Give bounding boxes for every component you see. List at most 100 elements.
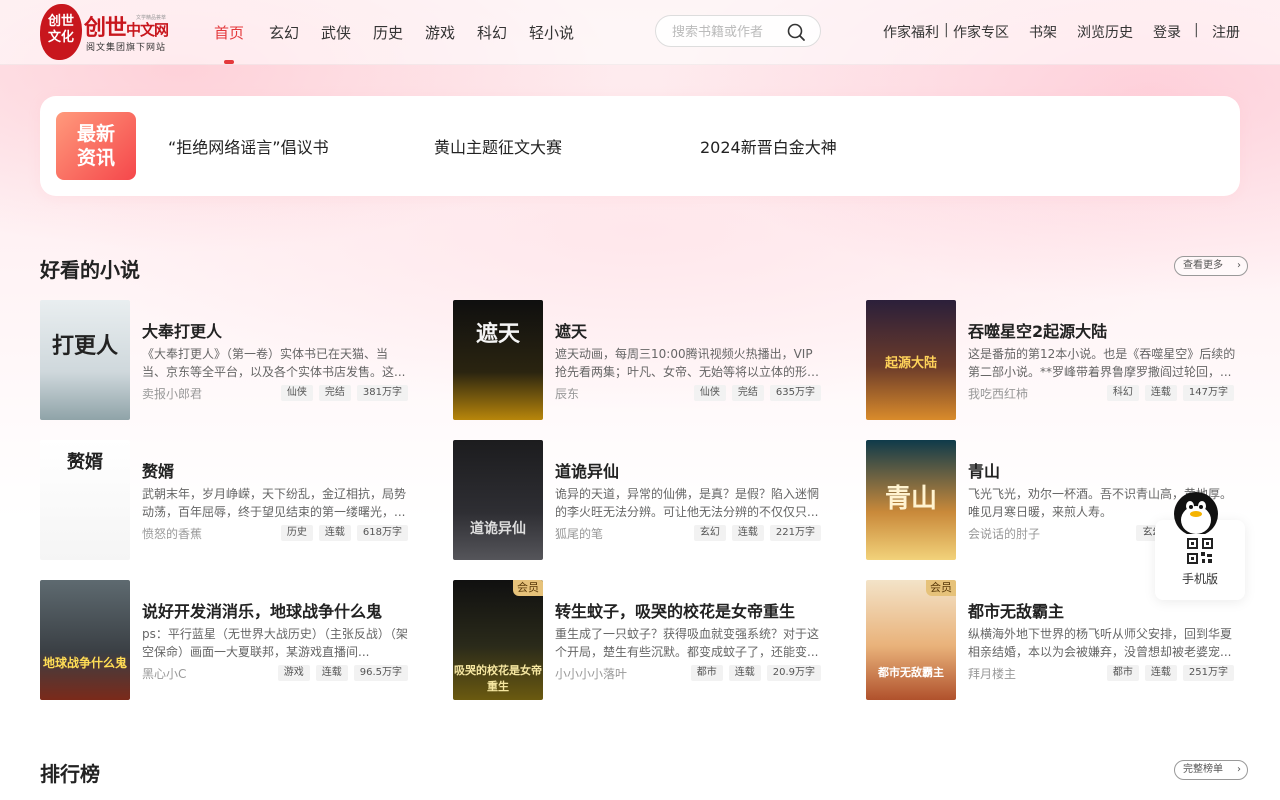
book-tag: 96.5万字 xyxy=(353,665,408,681)
book-title[interactable]: 青山 xyxy=(968,458,1000,482)
book-tag: 都市 xyxy=(1106,665,1139,681)
book-tags: 仙侠 完结 381万字 xyxy=(280,385,408,401)
nav-item-light-novel[interactable]: 轻小说 xyxy=(529,22,574,43)
book-tag: 完结 xyxy=(318,385,351,401)
logo-seal: 创世文化 xyxy=(40,4,82,60)
book-author[interactable]: 我吃西红柿 xyxy=(968,385,1028,402)
book-tag: 381万字 xyxy=(356,385,408,401)
writer-welfare-link[interactable]: 作家福利 xyxy=(883,22,939,42)
nav-item-wuxia[interactable]: 武侠 xyxy=(321,22,351,43)
book-tag: 连载 xyxy=(728,665,761,681)
book-author[interactable]: 小小小小落叶 xyxy=(555,665,627,682)
book-tag: 连载 xyxy=(315,665,348,681)
writer-zone-link[interactable]: 作家专区 xyxy=(953,22,1009,42)
book-card[interactable]: 吸哭的校花是女帝重生 会员 转生蚊子，吸哭的校花是女帝重生重生成了一只蚊子？获得吸血… xyxy=(453,580,823,700)
book-tags: 都市 连载 251万字 xyxy=(1106,665,1234,681)
nav-item-game[interactable]: 游戏 xyxy=(425,22,455,43)
book-author[interactable]: 拜月楼主 xyxy=(968,665,1016,682)
book-cover-image[interactable]: 吸哭的校花是女帝重生 会员 xyxy=(453,580,543,700)
book-tags: 都市 连载 20.9万字 xyxy=(690,665,821,681)
book-cover-image[interactable]: 起源大陆 xyxy=(866,300,956,420)
book-tag: 游戏 xyxy=(277,665,310,681)
book-title[interactable]: 赘婿 xyxy=(142,458,174,482)
full-ranking-button[interactable]: 完整榜单 › xyxy=(1174,760,1248,780)
divider: | xyxy=(1194,22,1199,38)
book-cover-image[interactable]: 青山 xyxy=(866,440,956,560)
book-author[interactable]: 愤怒的香蕉 xyxy=(142,525,202,542)
login-link[interactable]: 登录 xyxy=(1153,22,1181,42)
book-cover-title: 地球战争什么鬼 xyxy=(42,656,127,670)
book-cover-title: 起源大陆 xyxy=(884,356,937,371)
book-title[interactable]: 遮天 xyxy=(555,318,587,342)
book-card[interactable]: 道诡异仙 道诡异仙 诡异的天道，异常的仙佛，是真？是假？陷入迷惘的李火旺无法分辨。可… xyxy=(453,440,823,560)
book-description: 武朝末年，岁月峥嵘，天下纷乱，金辽相抗，局势动荡，百年屈辱，终于望见结束的第一缕… xyxy=(142,487,407,519)
book-tag: 连载 xyxy=(731,525,764,541)
book-author[interactable]: 会说话的肘子 xyxy=(968,525,1040,542)
search-icon[interactable] xyxy=(786,22,806,42)
divider: | xyxy=(944,22,949,38)
bookshelf-link[interactable]: 书架 xyxy=(1029,22,1057,42)
book-cover-image[interactable]: 打更人 xyxy=(40,300,130,420)
section-title-good-novels: 好看的小说 xyxy=(40,258,140,282)
site-logo[interactable]: 创世文化 创世中文网 文学精品荟萃 阅文集团旗下网站 xyxy=(40,4,186,60)
book-title[interactable]: 吞噬星空2起源大陆 xyxy=(968,318,1107,342)
logo-tiny-text: 文学精品荟萃 xyxy=(136,15,167,21)
search-input[interactable] xyxy=(670,22,784,42)
book-cover-title: 打更人 xyxy=(51,333,118,359)
book-description: 重生成了一只蚊子？获得吸血就变强系统？对于这个开局，楚生有些沉默。都变成蚊子了，… xyxy=(555,627,820,659)
nav-item-home[interactable]: 首页 xyxy=(214,22,244,43)
browse-history-link[interactable]: 浏览历史 xyxy=(1077,22,1133,42)
book-cover-image[interactable]: 遮天 xyxy=(453,300,543,420)
book-card[interactable]: 起源大陆 吞噬星空2起源大陆这是番茄的第12本小说。也是《吞噬星空》后续的第二部小… xyxy=(866,300,1236,420)
book-tag: 连载 xyxy=(1144,385,1177,401)
book-description: 遮天动画，每周三10:00腾讯视频火热播出，VIP抢先看两集；叶凡、女帝、无始等… xyxy=(555,347,813,379)
book-title[interactable]: 说好开发消消乐，地球战争什么鬼 xyxy=(142,598,382,622)
book-tag: 玄幻 xyxy=(693,525,726,541)
book-card[interactable]: 打更人 大奉打更人 《大奉打更人》（第一卷）实体书已在天猫、当当、京东等全平台，以及… xyxy=(40,300,410,420)
book-cover-image[interactable]: 赘婿 xyxy=(40,440,130,560)
book-cover-image[interactable]: 都市无敌霸主 会员 xyxy=(866,580,956,700)
book-tags: 历史 连载 618万字 xyxy=(280,525,408,541)
book-title[interactable]: 道诡异仙 xyxy=(555,458,619,482)
book-description: ps：平行蓝星（无世界大战历史）（主张反战）（架空保命）画面一大夏联邦，某游戏直… xyxy=(142,627,408,659)
full-ranking-label: 完整榜单 xyxy=(1183,764,1223,775)
book-tag: 20.9万字 xyxy=(766,665,821,681)
book-author[interactable]: 辰东 xyxy=(555,385,579,402)
news-item[interactable]: “拒绝网络谣言”倡议书 xyxy=(168,134,329,158)
book-title[interactable]: 转生蚊子，吸哭的校花是女帝重生 xyxy=(555,598,795,622)
book-cover-title: 赘婿 xyxy=(67,452,103,473)
book-author[interactable]: 黑心小C xyxy=(142,665,186,682)
book-card[interactable]: 遮天 遮天 遮天动画，每周三10:00腾讯视频火热播出，VIP抢先看两集；叶凡、女帝… xyxy=(453,300,823,420)
news-card: 最新资讯 “拒绝网络谣言”倡议书 黄山主题征文大赛 2024新晋白金大神 xyxy=(40,96,1240,196)
book-card[interactable]: 赘婿 赘婿武朝末年，岁月峥嵘，天下纷乱，金辽相抗，局势动荡，百年屈辱，终于望见结束… xyxy=(40,440,410,560)
view-more-button[interactable]: 查看更多 › xyxy=(1174,256,1248,276)
book-tag: 635万字 xyxy=(769,385,821,401)
book-author[interactable]: 狐尾的笔 xyxy=(555,525,603,542)
nav-item-history[interactable]: 历史 xyxy=(373,22,403,43)
book-card[interactable]: 地球战争什么鬼 说好开发消消乐，地球战争什么鬼 ps：平行蓝星（无世界大战历史）（主… xyxy=(40,580,410,700)
logo-seal-text: 创世文化 xyxy=(47,14,74,45)
book-description: 这是番茄的第12本小说。也是《吞噬星空》后续的第二部小说。**罗峰带着界鲁摩罗撒… xyxy=(968,347,1236,379)
book-cover-image[interactable]: 地球战争什么鬼 xyxy=(40,580,130,700)
book-tag: 连载 xyxy=(318,525,351,541)
book-tags: 仙侠 完结 635万字 xyxy=(693,385,821,401)
section-title-ranking: 排行榜 xyxy=(40,762,100,786)
book-cover-title: 青山 xyxy=(884,484,937,514)
book-title[interactable]: 大奉打更人 xyxy=(142,318,222,342)
book-title[interactable]: 都市无敌霸主 xyxy=(968,598,1064,622)
book-tag: 618万字 xyxy=(356,525,408,541)
book-description: 诡异的天道，异常的仙佛，是真？是假？陷入迷惘的李火旺无法分辨。可让他无法分辨的不… xyxy=(555,487,820,519)
book-cover-image[interactable]: 道诡异仙 xyxy=(453,440,543,560)
news-item[interactable]: 2024新晋白金大神 xyxy=(700,134,837,158)
mobile-version-label: 手机版 xyxy=(1181,572,1218,586)
book-tag: 完结 xyxy=(731,385,764,401)
nav-item-scifi[interactable]: 科幻 xyxy=(477,22,507,43)
register-link[interactable]: 注册 xyxy=(1212,22,1240,42)
chevron-right-icon: › xyxy=(1237,260,1241,271)
book-description: 纵横海外地下世界的杨飞听从师父安排，回到华夏相亲结婚，本以为会被嫌弃，没曾想却被… xyxy=(968,627,1233,659)
vip-badge: 会员 xyxy=(513,580,543,596)
book-author[interactable]: 卖报小郎君 xyxy=(142,385,202,402)
nav-item-xuanhuan[interactable]: 玄幻 xyxy=(269,22,299,43)
book-cover-title: 都市无敌霸主 xyxy=(878,666,944,679)
news-item[interactable]: 黄山主题征文大赛 xyxy=(434,134,562,158)
